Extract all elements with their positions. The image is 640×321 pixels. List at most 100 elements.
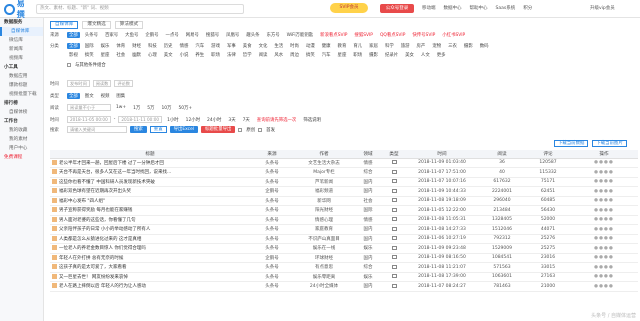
filter-chip[interactable]: 汽车 <box>320 52 333 58</box>
tab-media-lib[interactable]: 自媒体库 <box>50 21 79 29</box>
reads-chip[interactable]: 1万 <box>131 105 142 111</box>
time-chip[interactable]: 3天 <box>226 117 237 123</box>
sidebar-item-video-dl[interactable]: 视频批量下载 <box>0 90 43 99</box>
row-title-text[interactable]: 福彩中心发布 "四人组" <box>59 199 105 204</box>
row-title[interactable]: 福彩中心发布 "四人组" <box>50 196 250 206</box>
filter-chip[interactable]: 全部 <box>67 32 80 38</box>
col-type[interactable]: 类型 <box>382 150 406 159</box>
filter-chip[interactable]: 时尚 <box>288 43 301 49</box>
reads-chip[interactable]: 1w+ <box>114 105 128 110</box>
sidebar-item-media-rank[interactable]: 自媒体榜 <box>0 108 43 117</box>
reads-chip[interactable]: 5万 <box>145 105 156 111</box>
sidebar-item-materials[interactable]: 我的素材 <box>0 135 43 144</box>
filter-chip[interactable]: 搜狐SVIP <box>352 32 375 38</box>
download-icon[interactable]: ● <box>609 265 614 270</box>
date-to-input[interactable]: 2018-11-11 00:00 <box>118 116 163 123</box>
filter-chip[interactable]: 网易号 <box>184 32 201 38</box>
filter-chip[interactable]: 职场 <box>209 52 222 58</box>
filter-chip[interactable]: 三农 <box>446 43 459 49</box>
row-title-text[interactable]: 这孩子真的是太可爱了，大家看看 <box>59 265 127 270</box>
export-excel-button[interactable]: 导出Excel <box>169 126 199 133</box>
type-chip[interactable]: 图集 <box>114 93 127 99</box>
download-icon[interactable]: ● <box>609 246 614 251</box>
time-chip[interactable]: 12小时 <box>184 117 202 123</box>
filter-chip[interactable]: 东方号 <box>264 32 281 38</box>
row-title[interactable]: 人类都是怎么从猿进化过来的 这才是真相 <box>50 234 250 244</box>
type-chip[interactable]: 全部 <box>67 93 80 99</box>
filter-chip[interactable]: 科学 <box>383 43 396 49</box>
filter-chip[interactable]: 旅游 <box>399 43 412 49</box>
filter-chip[interactable]: 摄影 <box>462 43 475 49</box>
filter-chip[interactable]: 文化 <box>257 43 270 49</box>
reads-min-input[interactable]: 阅读量不小于 <box>67 104 111 111</box>
row-title[interactable]: 父亲陪伴孩子的日常 小小的举动感动了所有人 <box>50 224 250 235</box>
sidebar-item-media-lib[interactable]: 自媒体库 <box>0 27 43 36</box>
row-title-text[interactable]: 又一巨星去世！ 网友纷纷发来哀悼 <box>59 275 128 280</box>
nav-saas[interactable]: Saas系统 <box>496 5 516 11</box>
sidebar-item-free-course[interactable]: 免费课程 <box>0 153 43 162</box>
row-title-text[interactable]: 天台不再是天台，很多人又在这一年当时找回，说来找... <box>59 170 171 175</box>
col-reads[interactable]: 阅读 <box>478 150 526 159</box>
download-icon[interactable]: ● <box>609 198 614 203</box>
wechat-login-button[interactable]: 公众号登录 <box>380 4 414 13</box>
filter-chip[interactable]: 育儿 <box>351 43 364 49</box>
keyword-input[interactable]: 请输入关键词 <box>67 126 127 133</box>
filter-chip[interactable]: 新浪看点SVIP <box>318 32 349 38</box>
download-icon[interactable]: ● <box>609 160 614 165</box>
row-title[interactable]: 男人面对老婆的这些话，你看懂了几句 <box>50 215 250 225</box>
download-icon[interactable]: ● <box>609 189 614 194</box>
nav-points[interactable]: 积分 <box>523 5 532 11</box>
first-publish-checkbox[interactable] <box>258 127 263 132</box>
filter-chip[interactable]: WiFi万能钥匙 <box>285 32 315 38</box>
filter-chip[interactable]: 影视 <box>67 52 80 58</box>
table-row[interactable]: 这孩子真的是太可爱了，大家看看 头条号 有点意思 综合 2018-11-08 11:21… <box>50 262 638 273</box>
table-row[interactable]: 老公半年才回来一趟，回屋后下楼 过了一分钟后才回 头条号 文艺生活大杂志 情感 2018… <box>50 158 638 168</box>
filter-chip[interactable]: 科技 <box>146 43 159 49</box>
download-icon[interactable]: ● <box>609 284 614 289</box>
filter-chip[interactable]: 趣头条 <box>244 32 261 38</box>
row-title-text[interactable]: 老公半年才回来一趟，回屋后下楼 过了一分钟后才回 <box>59 161 164 166</box>
filter-chip[interactable]: 风水 <box>272 52 285 58</box>
nav-help[interactable]: 帮助中心 <box>470 5 488 11</box>
sort-comments[interactable]: 评论数 <box>114 80 133 87</box>
filter-chip[interactable]: 搞笑 <box>304 52 317 58</box>
sidebar-item-wechat[interactable]: 微信库 <box>0 36 43 45</box>
filter-chip[interactable]: 体育 <box>114 43 127 49</box>
col-comments[interactable]: 评论 <box>526 150 570 159</box>
download-icon[interactable]: ● <box>609 208 614 213</box>
table-row[interactable]: 男人面对老婆的这些话，你看懂了几句 头条号 情感心理 情感 2018-11-08 11:… <box>50 215 638 225</box>
row-title[interactable]: 福彩双色球有望在近期再次开出头奖 <box>50 186 250 197</box>
time-chip[interactable]: 7天 <box>241 117 252 123</box>
reset-button[interactable]: 重置 <box>149 126 167 133</box>
sidebar-group-rank[interactable]: 排行榜 <box>0 99 43 108</box>
row-title[interactable]: 老公半年才回来一趟，回屋后下楼 过了一分钟后才回 <box>50 158 250 168</box>
filter-chip[interactable]: 健康 <box>320 43 333 49</box>
download-icon[interactable]: ● <box>609 179 614 184</box>
batch-export-button[interactable]: 标题批量导出 <box>201 126 236 133</box>
sidebar-item-user-center[interactable]: 用户中心 <box>0 144 43 153</box>
download-icon[interactable]: ● <box>609 274 614 279</box>
table-row[interactable]: 福彩中心发布 "四人组" 头条号 新华网 社会 2018-11-08 19:18:09 2… <box>50 196 638 206</box>
sort-publish-time[interactable]: 发布时间 <box>67 80 90 87</box>
table-row[interactable]: 年轻人在外打拼 总有无奈的时候 企鹅号 环球财经 国内 2018-11-09 08:16… <box>50 253 638 263</box>
filter-chip[interactable]: 军事 <box>225 43 238 49</box>
filter-chip[interactable]: 房产 <box>415 43 428 49</box>
row-title-text[interactable]: 这些你也看不懂了 中国科研人员发现新技术突破 <box>59 180 155 185</box>
filter-chip[interactable]: 社会 <box>114 52 127 58</box>
filter-chip[interactable]: 教育 <box>336 43 349 49</box>
filter-chip[interactable]: 生活 <box>272 43 285 49</box>
table-row[interactable]: 一位老人的养老金数目惊人 你们觉得合理吗 头条号 娱乐在一线 娱乐 2018-11-09… <box>50 243 638 254</box>
filter-chip[interactable]: 养生 <box>193 52 206 58</box>
download-data-button[interactable]: 下载当前数据 <box>554 140 589 147</box>
filter-chip[interactable]: 凤凰号 <box>224 32 241 38</box>
filter-chip[interactable]: 百家号 <box>103 32 120 38</box>
sidebar-item-news[interactable]: 新闻库 <box>0 45 43 54</box>
filter-chip[interactable]: 星座 <box>99 52 112 58</box>
filter-chip[interactable]: 宠物 <box>430 43 443 49</box>
filter-chip[interactable]: 快传号SVIP <box>410 32 437 38</box>
type-chip[interactable]: 视频 <box>99 93 112 99</box>
filter-chip[interactable]: 大鱼号 <box>123 32 140 38</box>
filter-chip[interactable]: QQ看点SVIP <box>378 32 407 38</box>
row-title[interactable]: 天台不再是天台，很多人又在这一年当时找回，说来找... <box>50 167 250 178</box>
row-title[interactable]: 这些你也看不懂了 中国科研人员发现新技术突破 <box>50 177 250 187</box>
